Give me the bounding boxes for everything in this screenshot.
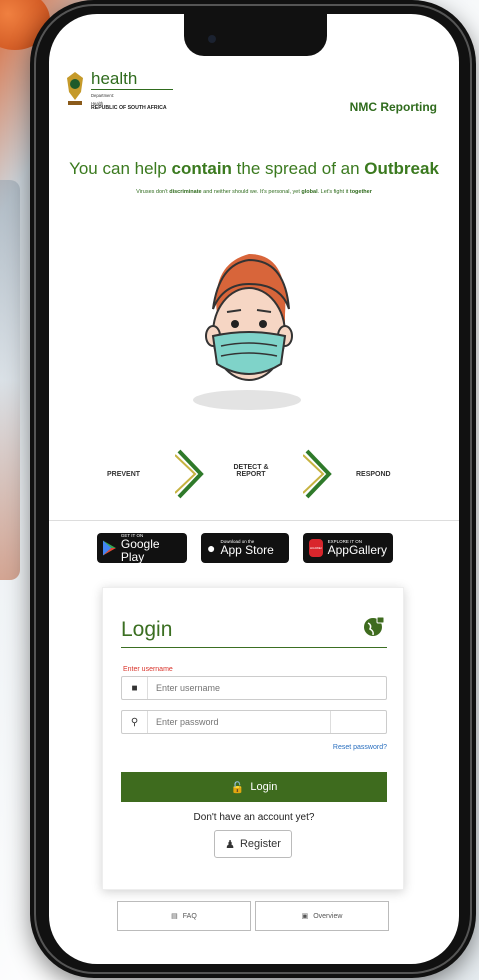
- step-respond: RESPOND: [356, 471, 391, 478]
- faq-button[interactable]: ▤ FAQ: [117, 901, 251, 931]
- step-prevent: PREVENT: [107, 471, 141, 478]
- lock-icon: 🔓: [230, 781, 245, 794]
- molecule-decoration: [0, 180, 20, 580]
- user-icon: ■: [122, 677, 148, 699]
- step-detect-report: DETECT & REPORT: [233, 464, 269, 478]
- monitor-icon: ▣: [301, 913, 309, 920]
- google-play-badge[interactable]: GET IT ON Google Play: [97, 533, 187, 563]
- register-button[interactable]: ♟ Register: [214, 830, 292, 858]
- huawei-icon: HUAWEI: [309, 539, 323, 557]
- globe-lock-icon: [364, 616, 385, 636]
- divider: [49, 520, 459, 521]
- health-logo: health Department: Health REPUBLIC OF SO…: [63, 70, 173, 111]
- phone-notch: [184, 14, 327, 56]
- app-store-badge[interactable]: ● Download on the App Store: [201, 533, 289, 563]
- apple-icon: ●: [207, 540, 216, 556]
- username-input[interactable]: [148, 683, 386, 693]
- dept-line: Department:: [91, 93, 115, 98]
- key-icon: ⚲: [122, 711, 148, 733]
- title-underline: [121, 647, 387, 648]
- chevron-right-icon: [303, 449, 332, 499]
- hero-headline: You can help contain the spread of an Ou…: [69, 159, 439, 178]
- faq-icon: ▤: [171, 913, 178, 920]
- appgallery-badge[interactable]: HUAWEI EXPLORE IT ON AppGallery: [303, 533, 393, 563]
- coat-of-arms-icon: [67, 72, 83, 105]
- no-account-text: Don't have an account yet?: [193, 812, 315, 823]
- username-field: ■: [121, 676, 387, 700]
- brand-name: health: [91, 70, 173, 90]
- phone-frame: health Department: Health REPUBLIC OF SO…: [30, 0, 476, 978]
- reset-password-link[interactable]: Reset password?: [333, 744, 387, 751]
- password-input[interactable]: [148, 717, 330, 727]
- google-play-icon: [103, 540, 116, 556]
- hero-subtitle: Viruses don't discriminate and neither s…: [136, 189, 372, 195]
- password-toggle[interactable]: [330, 711, 386, 733]
- country-label: REPUBLIC OF SOUTH AFRICA: [91, 105, 167, 111]
- register-icon: ♟: [225, 838, 235, 851]
- username-error: Enter username: [123, 666, 173, 673]
- masked-face-illustration: [193, 254, 301, 410]
- password-field: ⚲: [121, 710, 387, 734]
- phone-screen: health Department: Health REPUBLIC OF SO…: [49, 14, 459, 964]
- app-title: NMC Reporting: [349, 100, 437, 114]
- login-title: Login: [121, 618, 173, 641]
- chevron-right-icon: [175, 449, 204, 499]
- camera-icon: [208, 35, 216, 43]
- process-steps: PREVENT DETECT & REPORT RESPOND: [49, 449, 459, 499]
- overview-button[interactable]: ▣ Overview: [255, 901, 389, 931]
- login-button[interactable]: 🔓 Login: [121, 772, 387, 802]
- login-card: Login Enter username ■ ⚲ Reset password?…: [102, 587, 404, 890]
